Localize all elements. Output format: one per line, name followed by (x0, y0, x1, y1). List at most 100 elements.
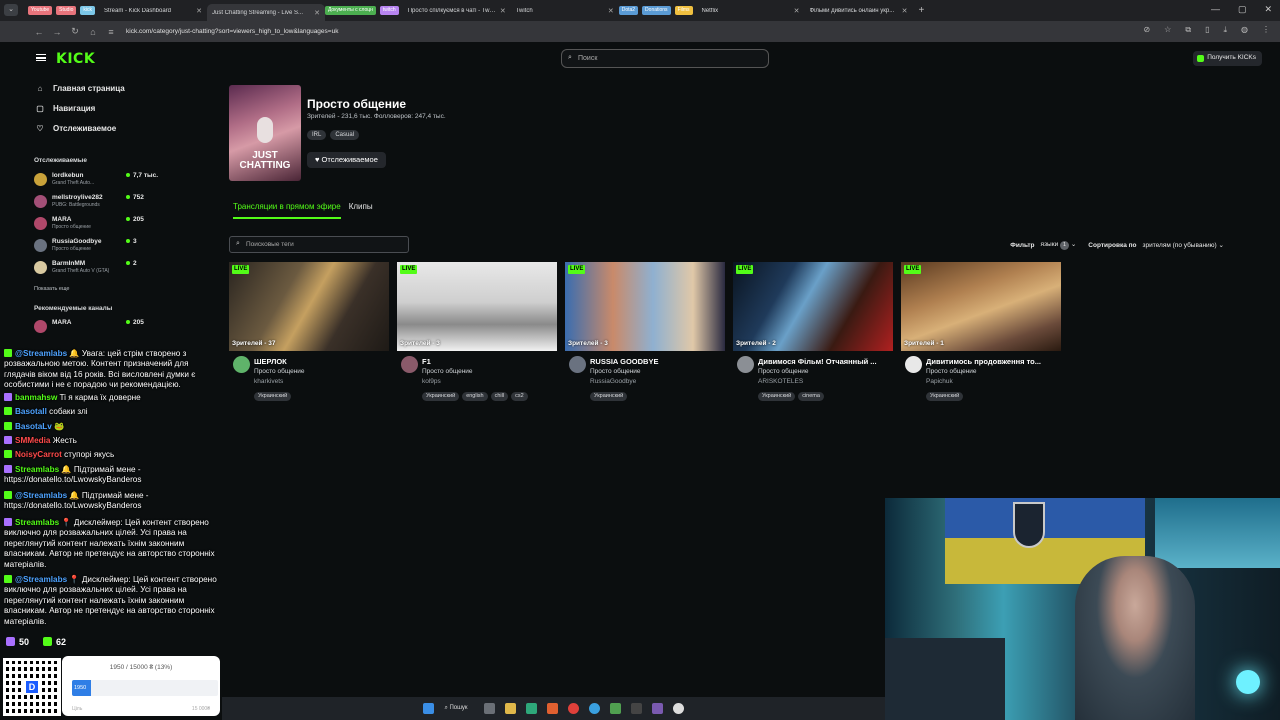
stream-card[interactable]: LIVE Зрителей - 2 Дивимося Фільм! Отчаянны… (733, 262, 893, 407)
sidebar-item-0[interactable]: ⌂ Главная страница (35, 84, 125, 93)
stream-card[interactable]: LIVE Зрителей - 1 Дивитимось продовження т… (901, 262, 1061, 407)
stream-card[interactable]: LIVE Зрителей - 37 ШЕРЛОК Просто общение kha… (229, 262, 389, 407)
close-tab-icon[interactable]: ✕ (604, 7, 614, 15)
stream-thumbnail[interactable]: LIVE Зрителей - 3 (397, 262, 557, 351)
stream-card[interactable]: LIVE Зрителей - 3 F1 Просто общение kol9ps Ук… (397, 262, 557, 407)
show-more-link[interactable]: Показать еще (34, 286, 70, 292)
stream-tag[interactable]: Украинский (758, 392, 796, 401)
close-tab-icon[interactable]: ✕ (496, 7, 506, 15)
browser-tab[interactable]: Netflix ✕ (697, 3, 805, 18)
sidebar-channel[interactable]: RussiaGoodbye Просто общение 3 (34, 237, 144, 255)
stream-category[interactable]: Просто общение (422, 368, 473, 375)
stream-username[interactable]: ARISKOTELES (758, 378, 803, 385)
site-info-icon[interactable]: ≡ (102, 27, 120, 37)
browser-tab[interactable]: Twitch ✕ (511, 3, 619, 18)
streamer-avatar[interactable] (401, 356, 418, 373)
task-view-icon[interactable] (483, 703, 495, 714)
tab-group-2[interactable]: kick (80, 6, 95, 15)
terminal-icon[interactable] (630, 703, 642, 714)
streamer-avatar[interactable] (569, 356, 586, 373)
browser-tab[interactable]: Просто спілкуємся в чаті - Twit... ✕ (403, 3, 511, 18)
chrome-icon[interactable] (567, 703, 579, 714)
stream-username[interactable]: RussiaGoodbye (590, 378, 636, 385)
stream-title[interactable]: ШЕРЛОК (254, 357, 389, 366)
stream-card[interactable]: LIVE Зрителей - 3 RUSSIA GOODBYE Просто общ… (565, 262, 725, 407)
stream-title[interactable]: Дивитимось продовження то... (926, 357, 1061, 366)
tab-group-1[interactable]: Studio (56, 6, 77, 15)
close-tab-icon[interactable]: ✕ (790, 7, 800, 15)
streamer-avatar[interactable] (233, 356, 250, 373)
telegram-icon[interactable] (588, 703, 600, 714)
close-tab-icon[interactable]: ✕ (310, 9, 320, 17)
streamer-avatar[interactable] (737, 356, 754, 373)
close-tab-icon[interactable]: ✕ (192, 7, 202, 15)
search-input[interactable]: ⌕ Поиск (561, 49, 769, 68)
edge-icon[interactable] (525, 703, 537, 714)
tab-group-6[interactable]: Dota2 (618, 6, 639, 15)
new-tab-icon[interactable]: + (919, 5, 925, 16)
taskbar-search[interactable]: ⌕ Пошук (444, 705, 467, 712)
home-icon[interactable]: ⌂ (84, 27, 102, 37)
sidebar-item-2[interactable]: ♡ Отслеживаемое (35, 124, 116, 133)
category-tag[interactable]: Casual (330, 130, 360, 140)
tab-group-0[interactable]: Youtube (28, 6, 53, 15)
sidebar-item-1[interactable]: ▢ Навигация (35, 104, 95, 113)
app-icon[interactable] (651, 703, 663, 714)
tab-group-3[interactable]: twitch (379, 6, 399, 15)
category-tag[interactable]: IRL (307, 130, 327, 140)
sidebar-channel[interactable]: MARA 205 (34, 318, 144, 336)
kick-logo[interactable]: KICK (56, 51, 95, 67)
sidebar-channel[interactable]: mellstroylive282 PUBG: Battlegrounds 752 (34, 193, 144, 211)
start-icon[interactable] (423, 703, 435, 714)
close-tab-icon[interactable]: ✕ (898, 7, 908, 15)
stream-thumbnail[interactable]: LIVE Зрителей - 3 (565, 262, 725, 351)
stream-tag[interactable]: Украинский (590, 392, 628, 401)
profile-icon[interactable]: ◍ (1241, 25, 1248, 35)
sort-dropdown[interactable]: зрителям (по убыванию) ⌄ (1143, 241, 1224, 249)
bookmark-star-icon[interactable]: ☆ (1164, 25, 1171, 35)
stream-title[interactable]: RUSSIA GOODBYE (590, 357, 725, 366)
stream-username[interactable]: kharkivets (254, 378, 283, 385)
app-icon[interactable] (609, 703, 621, 714)
streamer-avatar[interactable] (905, 356, 922, 373)
back-icon[interactable]: ← (30, 27, 48, 37)
stream-category[interactable]: Просто общение (926, 368, 977, 375)
forward-icon[interactable]: → (48, 27, 66, 37)
tab-clips[interactable]: Клипы (349, 202, 373, 219)
menu-icon[interactable]: ⋮ (1262, 25, 1270, 35)
extensions-icon[interactable]: ⧉ (1185, 25, 1191, 35)
hamburger-menu-icon[interactable] (36, 54, 46, 61)
tab-group-7[interactable]: Donations (642, 6, 671, 15)
url-field[interactable]: kick.com/category/just-chatting?sort=vie… (126, 28, 338, 35)
browser-tab[interactable]: Stream - Kick Dashboard ✕ (99, 3, 207, 18)
language-filter-dropdown[interactable]: языки 1 ⌄ (1041, 240, 1076, 250)
stream-tag[interactable]: Украинский (422, 392, 460, 401)
follow-category-button[interactable]: ♥ Отслеживаемое (307, 152, 386, 168)
reload-icon[interactable]: ↻ (66, 26, 84, 37)
sidebar-channel[interactable]: MARA Просто общение 205 (34, 215, 144, 233)
stream-thumbnail[interactable]: LIVE Зрителей - 37 (229, 262, 389, 351)
stream-title[interactable]: Дивимося Фільм! Отчаянный ... (758, 357, 893, 366)
stream-tag[interactable]: Украинский (926, 392, 964, 401)
stream-username[interactable]: Papichuk (926, 378, 953, 385)
download-icon[interactable]: ⤓ (1223, 25, 1227, 35)
sidebar-channel[interactable]: lordkebun Grand Theft Auto... 7,7 тыс. (34, 171, 158, 189)
browser-tab[interactable]: Фільми дивитись онлайн укр... ✕ (805, 3, 913, 18)
tab-group-8[interactable]: Films (674, 6, 693, 15)
stream-title[interactable]: F1 (422, 357, 557, 366)
tab-search-button[interactable]: ⌄ (4, 4, 18, 16)
minimize-icon[interactable]: — (1211, 4, 1220, 15)
tab-live-streams[interactable]: Трансляции в прямом эфире (233, 202, 341, 219)
stream-category[interactable]: Просто общение (254, 368, 305, 375)
tag-search-input[interactable]: ⌕ Поисковые теги (229, 236, 409, 253)
maximize-icon[interactable]: ▢ (1238, 4, 1247, 15)
file-explorer-icon[interactable] (504, 703, 516, 714)
sidebar-channel[interactable]: BarmInMM Grand Theft Auto V (GTA) 2 (34, 259, 144, 277)
stream-tag[interactable]: english (462, 392, 488, 401)
tab-group-2[interactable]: Документы с слоцн (324, 6, 376, 15)
stream-tag[interactable]: cinema (798, 392, 824, 401)
close-icon[interactable]: ✕ (1264, 4, 1272, 15)
stream-thumbnail[interactable]: LIVE Зрителей - 2 (733, 262, 893, 351)
stream-category[interactable]: Просто общение (590, 368, 641, 375)
stream-thumbnail[interactable]: LIVE Зрителей - 1 (901, 262, 1061, 351)
